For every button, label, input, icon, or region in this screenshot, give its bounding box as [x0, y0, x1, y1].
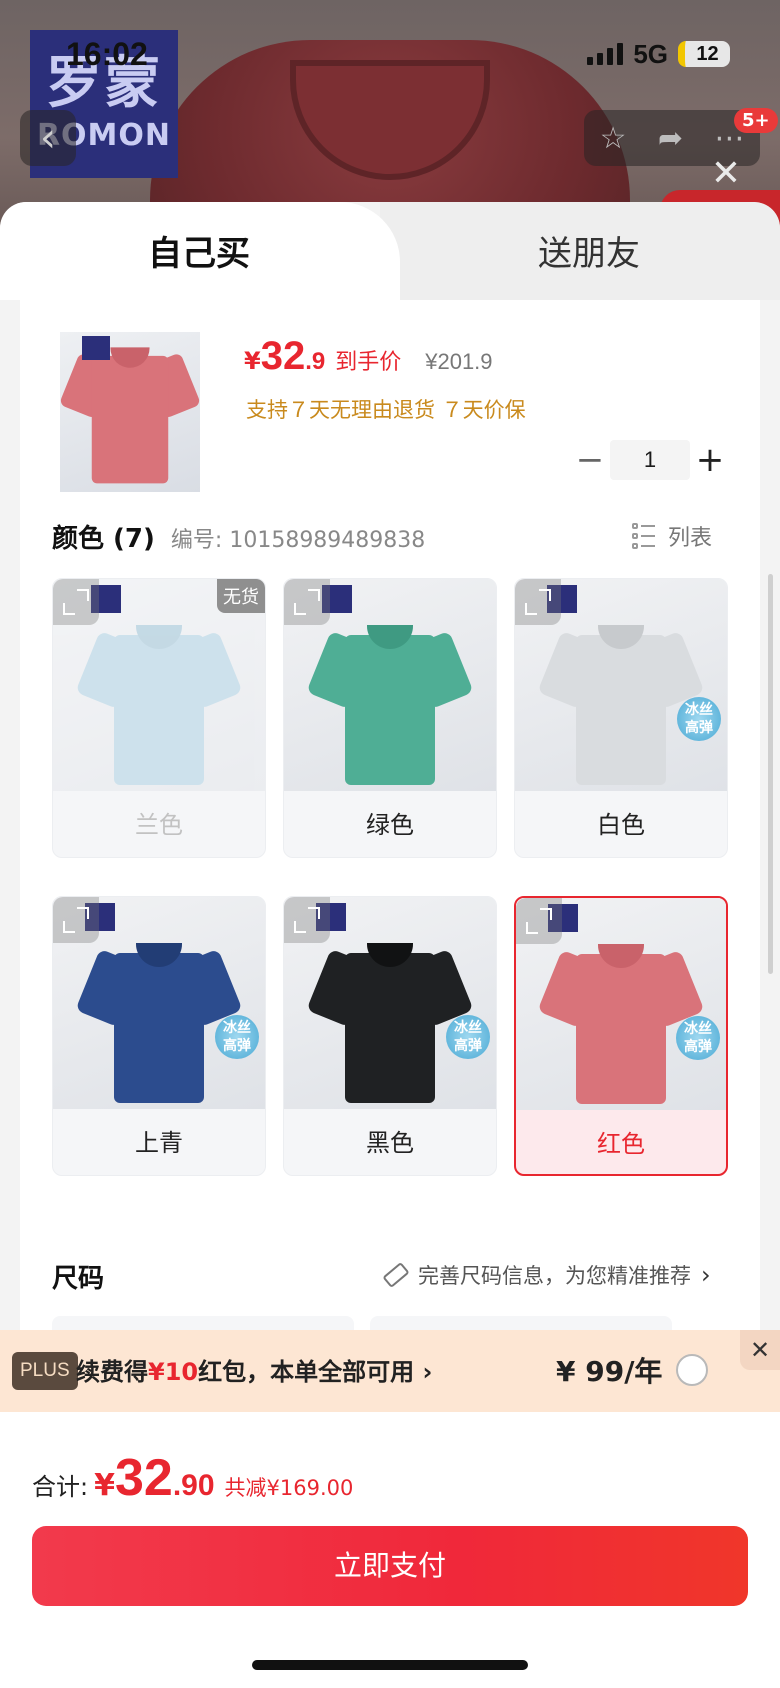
size-hint-text: 完善尺码信息，为您精准推荐 [418, 1264, 691, 1288]
plus-membership-banner[interactable]: PLUS 续费得¥10红包，本单全部可用 › ¥ 99/年 ✕ [0, 1330, 780, 1412]
variant-label: 上青 [135, 1129, 183, 1157]
variant-label: 兰色 [135, 811, 183, 839]
original-price: ¥201.9 [425, 349, 493, 374]
total-integer: 32 [114, 1449, 173, 1507]
total-label: 合计: [32, 1473, 89, 1501]
price-integer: 32 [260, 334, 306, 378]
battery-icon: 12 [678, 41, 730, 67]
color-option-red[interactable]: 冰丝 高弹 红色 [514, 896, 728, 1176]
color-option-black[interactable]: 冰丝 高弹 黑色 [283, 896, 497, 1176]
plus-select-radio[interactable] [676, 1354, 708, 1386]
variant-label: 白色 [597, 811, 645, 839]
tab-send-to-friend[interactable]: 送朋友 [538, 226, 640, 275]
thumbnail-brand-logo [82, 336, 110, 360]
color-header: 颜色 (7) 编号: 10158989489838 [52, 518, 425, 555]
expand-icon[interactable] [516, 898, 562, 944]
variant-label: 绿色 [366, 811, 414, 839]
product-thumbnail[interactable] [60, 332, 200, 492]
plus-highlight: ¥10 [148, 1358, 199, 1386]
chevron-right-icon: › [701, 1261, 711, 1289]
plus-price: ¥ 99/年 [556, 1355, 663, 1388]
color-option-navy[interactable]: 冰丝 高弹 上青 [52, 896, 266, 1176]
status-bar: 16:02 5G 12 [0, 30, 780, 78]
total-decimal: .90 [172, 1469, 215, 1502]
price-symbol: ¥ [244, 347, 261, 375]
chevron-right-icon: › [422, 1358, 433, 1386]
signal-icon [587, 43, 624, 65]
scrollbar[interactable] [768, 574, 773, 974]
decrease-button[interactable]: − [570, 440, 610, 480]
total-price: 合计: ¥ 32 .90 共减¥169.00 [32, 1448, 353, 1508]
list-icon [632, 523, 658, 549]
close-sheet-icon[interactable]: ✕ [708, 156, 744, 192]
total-symbol: ¥ [94, 1468, 115, 1503]
back-button[interactable]: ‹ [20, 110, 76, 166]
quantity-stepper: − 1 + [570, 440, 730, 480]
network-type: 5G [633, 38, 668, 69]
ice-silk-tag: 冰丝 高弹 [215, 1015, 259, 1059]
expand-icon[interactable] [515, 579, 561, 625]
variant-label: 红色 [597, 1130, 645, 1158]
product-code: 编号: 10158989489838 [170, 528, 426, 553]
list-view-toggle[interactable]: 列表 [632, 520, 712, 552]
share-icon[interactable]: ➦ [658, 121, 683, 156]
plus-tag: PLUS [12, 1352, 78, 1390]
ice-silk-tag: 冰丝 高弹 [446, 1015, 490, 1059]
chevron-left-icon: ‹ [40, 115, 56, 161]
size-recommend-link[interactable]: 完善尺码信息，为您精准推荐 › [382, 1260, 711, 1290]
checkout-footer: 合计: ¥ 32 .90 共减¥169.00 立即支付 [0, 1412, 780, 1688]
out-of-stock-badge: 无货 [217, 579, 265, 613]
pay-now-button[interactable]: 立即支付 [32, 1526, 748, 1606]
total-savings: 共减¥169.00 [224, 1476, 354, 1500]
ruler-icon [382, 1261, 410, 1289]
size-title: 尺码 [52, 1264, 105, 1294]
color-option-lan[interactable]: 无货 兰色 [52, 578, 266, 858]
message-badge: 5+ [734, 108, 778, 133]
color-option-white[interactable]: 冰丝 高弹 白色 [514, 578, 728, 858]
star-icon[interactable]: ☆ [600, 121, 627, 156]
list-toggle-label: 列表 [668, 526, 713, 551]
ice-silk-tag: 冰丝 高弹 [676, 1016, 720, 1060]
color-title: 颜色 (7) [52, 524, 155, 554]
expand-icon[interactable] [53, 897, 99, 943]
price-line: ¥ 32 .9 到手价 ¥201.9 [244, 334, 493, 379]
battery-level: 12 [696, 42, 719, 65]
plus-promo-text: 续费得¥10红包，本单全部可用 › [76, 1358, 433, 1386]
home-indicator[interactable] [252, 1660, 528, 1670]
status-time: 16:02 [66, 35, 148, 72]
expand-icon[interactable] [284, 897, 330, 943]
expand-icon[interactable] [53, 579, 99, 625]
variant-label: 黑色 [366, 1129, 414, 1157]
tab-buy-for-self[interactable]: 自己买 [148, 226, 250, 275]
close-icon[interactable]: ✕ [740, 1330, 780, 1370]
return-policy: 支持７天无理由退货 ７天价保 [246, 398, 526, 422]
quantity-value[interactable]: 1 [610, 440, 690, 480]
increase-button[interactable]: + [690, 440, 730, 480]
price-label: 到手价 [335, 350, 402, 375]
price-decimal: .9 [305, 348, 326, 375]
ice-silk-tag: 冰丝 高弹 [677, 697, 721, 741]
purchase-tabs: 自己买 送朋友 [0, 202, 780, 300]
color-option-green[interactable]: 绿色 [283, 578, 497, 858]
expand-icon[interactable] [284, 579, 330, 625]
